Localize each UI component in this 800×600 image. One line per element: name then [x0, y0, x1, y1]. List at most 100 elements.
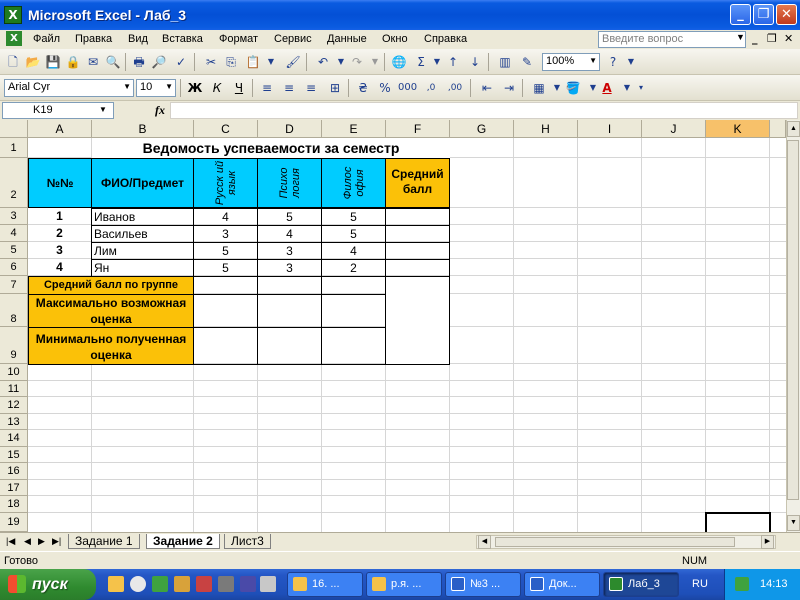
grade-russian[interactable]: 5 [193, 242, 258, 260]
open-icon[interactable]: 📂 [24, 53, 42, 71]
column-header-c[interactable]: C [194, 120, 258, 138]
column-header-a[interactable]: A [28, 120, 92, 138]
column-header-j[interactable]: J [642, 120, 706, 138]
header-number[interactable]: №№ [28, 158, 92, 208]
chevron-down-icon[interactable]: ▼ [622, 53, 640, 71]
header-average[interactable]: Средний балл [385, 158, 450, 208]
sheet-tab-3[interactable]: Лист3 [224, 534, 271, 549]
taskbar-window-button-active[interactable]: Лаб_3 [603, 572, 679, 597]
row-header-18[interactable]: 18 [0, 496, 28, 513]
hyperlink-icon[interactable]: 🌐 [390, 53, 408, 71]
fill-color-icon[interactable]: 🪣 [564, 79, 582, 97]
doc-minimize-button[interactable]: _ [752, 32, 758, 46]
print-icon[interactable]: 🖶 [130, 53, 148, 71]
chevron-down-icon[interactable]: ▼ [736, 32, 745, 42]
font-color-icon[interactable]: A [598, 79, 616, 97]
min-grade-russian[interactable] [193, 327, 258, 365]
drawing-icon[interactable]: ✎ [518, 53, 536, 71]
paste-icon[interactable]: 📋 [244, 53, 262, 71]
row-header-1[interactable]: 1 [0, 138, 28, 158]
menu-tools[interactable]: Сервис [274, 33, 312, 45]
quick-launch-icon[interactable] [240, 576, 256, 592]
first-sheet-icon[interactable]: |◀ [6, 536, 15, 547]
name-box[interactable]: K19 [2, 102, 114, 119]
max-grade-philosophy[interactable] [321, 294, 386, 328]
help-question-input[interactable]: Введите вопрос [598, 31, 746, 48]
taskbar-window-button[interactable]: 16. ... [287, 572, 363, 597]
sheet-title[interactable]: Ведомость успеваемости за семестр [92, 138, 450, 158]
student-number[interactable]: 2 [28, 225, 91, 242]
student-number[interactable]: 1 [28, 208, 91, 225]
increase-indent-icon[interactable]: ⇥ [500, 79, 518, 97]
group-average-philosophy[interactable] [321, 276, 386, 295]
student-name[interactable]: Иванов [91, 208, 194, 226]
column-header-f[interactable]: F [386, 120, 450, 138]
italic-icon[interactable]: К [208, 79, 226, 97]
student-name[interactable]: Васильев [91, 225, 194, 243]
comma-style-icon[interactable]: 000 [398, 79, 417, 97]
column-header-i[interactable]: I [578, 120, 642, 138]
spelling-icon[interactable]: ✓ [172, 53, 190, 71]
row-header-2[interactable]: 2 [0, 158, 28, 208]
row-header-13[interactable]: 13 [0, 414, 28, 430]
group-average-russian[interactable] [193, 276, 258, 295]
email-icon[interactable]: ✉ [84, 53, 102, 71]
grade-philosophy[interactable]: 5 [321, 208, 386, 226]
row-header-11[interactable]: 11 [0, 381, 28, 397]
font-name-select[interactable]: Arial Cyr ▼ [4, 79, 134, 97]
menu-insert[interactable]: Вставка [162, 33, 203, 45]
minimize-button[interactable]: _ [730, 4, 751, 25]
row-header-6[interactable]: 6 [0, 259, 28, 276]
group-average-label[interactable]: Средний балл по группе [28, 276, 194, 295]
scroll-left-arrow[interactable]: ◀ [478, 535, 491, 549]
grade-psychology[interactable]: 3 [257, 242, 322, 260]
worksheet-grid[interactable]: A B C D E F G H I J K 1 2 3 4 5 6 7 8 9 … [0, 120, 786, 532]
grade-philosophy[interactable]: 4 [321, 242, 386, 260]
sheet-tab-2[interactable]: Задание 2 [146, 534, 220, 549]
menu-format[interactable]: Формат [219, 33, 258, 45]
header-subject-psychology[interactable]: Психо логия [257, 158, 322, 208]
scroll-down-arrow[interactable]: ▼ [787, 515, 800, 531]
last-sheet-icon[interactable]: ▶| [52, 536, 61, 547]
column-header-g[interactable]: G [450, 120, 514, 138]
undo-icon[interactable]: ↶ [314, 53, 332, 71]
student-name[interactable]: Лим [91, 242, 194, 260]
max-grade-russian[interactable] [193, 294, 258, 328]
next-sheet-icon[interactable]: ▶ [38, 536, 45, 547]
doc-restore-button[interactable]: ❐ [767, 32, 777, 46]
bold-icon[interactable]: Ж [186, 79, 204, 97]
row-header-19[interactable]: 19 [0, 513, 28, 532]
save-icon[interactable]: 💾 [44, 53, 62, 71]
quick-launch-icon[interactable] [196, 576, 212, 592]
chart-wizard-icon[interactable]: ▥ [496, 53, 514, 71]
doc-close-button[interactable]: ✕ [784, 32, 793, 46]
row-header-8[interactable]: 8 [0, 294, 28, 327]
toolbar-options-icon[interactable]: ▾ [632, 79, 650, 97]
row-header-17[interactable]: 17 [0, 480, 28, 496]
row-header-12[interactable]: 12 [0, 397, 28, 414]
header-name[interactable]: ФИО/Предмет [91, 158, 194, 208]
menu-data[interactable]: Данные [327, 33, 367, 45]
quick-launch-icon[interactable] [218, 576, 234, 592]
row-header-4[interactable]: 4 [0, 225, 28, 242]
row-header-7[interactable]: 7 [0, 276, 28, 294]
underline-icon[interactable]: Ч [230, 79, 248, 97]
group-average-psychology[interactable] [257, 276, 322, 295]
font-size-select[interactable]: 10 ▼ [136, 79, 176, 97]
average-cell[interactable] [385, 208, 450, 226]
column-header-e[interactable]: E [322, 120, 386, 138]
selected-cell[interactable] [705, 512, 771, 532]
zoom-select[interactable]: 100% ▼ [542, 53, 600, 71]
chevron-down-icon[interactable]: ▼ [262, 53, 280, 71]
grade-psychology[interactable]: 5 [257, 208, 322, 226]
quick-launch-icon[interactable] [108, 576, 124, 592]
grade-russian[interactable]: 4 [193, 208, 258, 226]
grade-psychology[interactable]: 3 [257, 259, 322, 277]
row-header-14[interactable]: 14 [0, 430, 28, 447]
new-icon[interactable]: 🗋 [4, 53, 22, 71]
column-header-d[interactable]: D [258, 120, 322, 138]
student-number[interactable]: 3 [28, 242, 91, 259]
select-all-corner[interactable] [0, 120, 28, 138]
quick-launch-icon[interactable] [260, 576, 276, 592]
grade-psychology[interactable]: 4 [257, 225, 322, 243]
